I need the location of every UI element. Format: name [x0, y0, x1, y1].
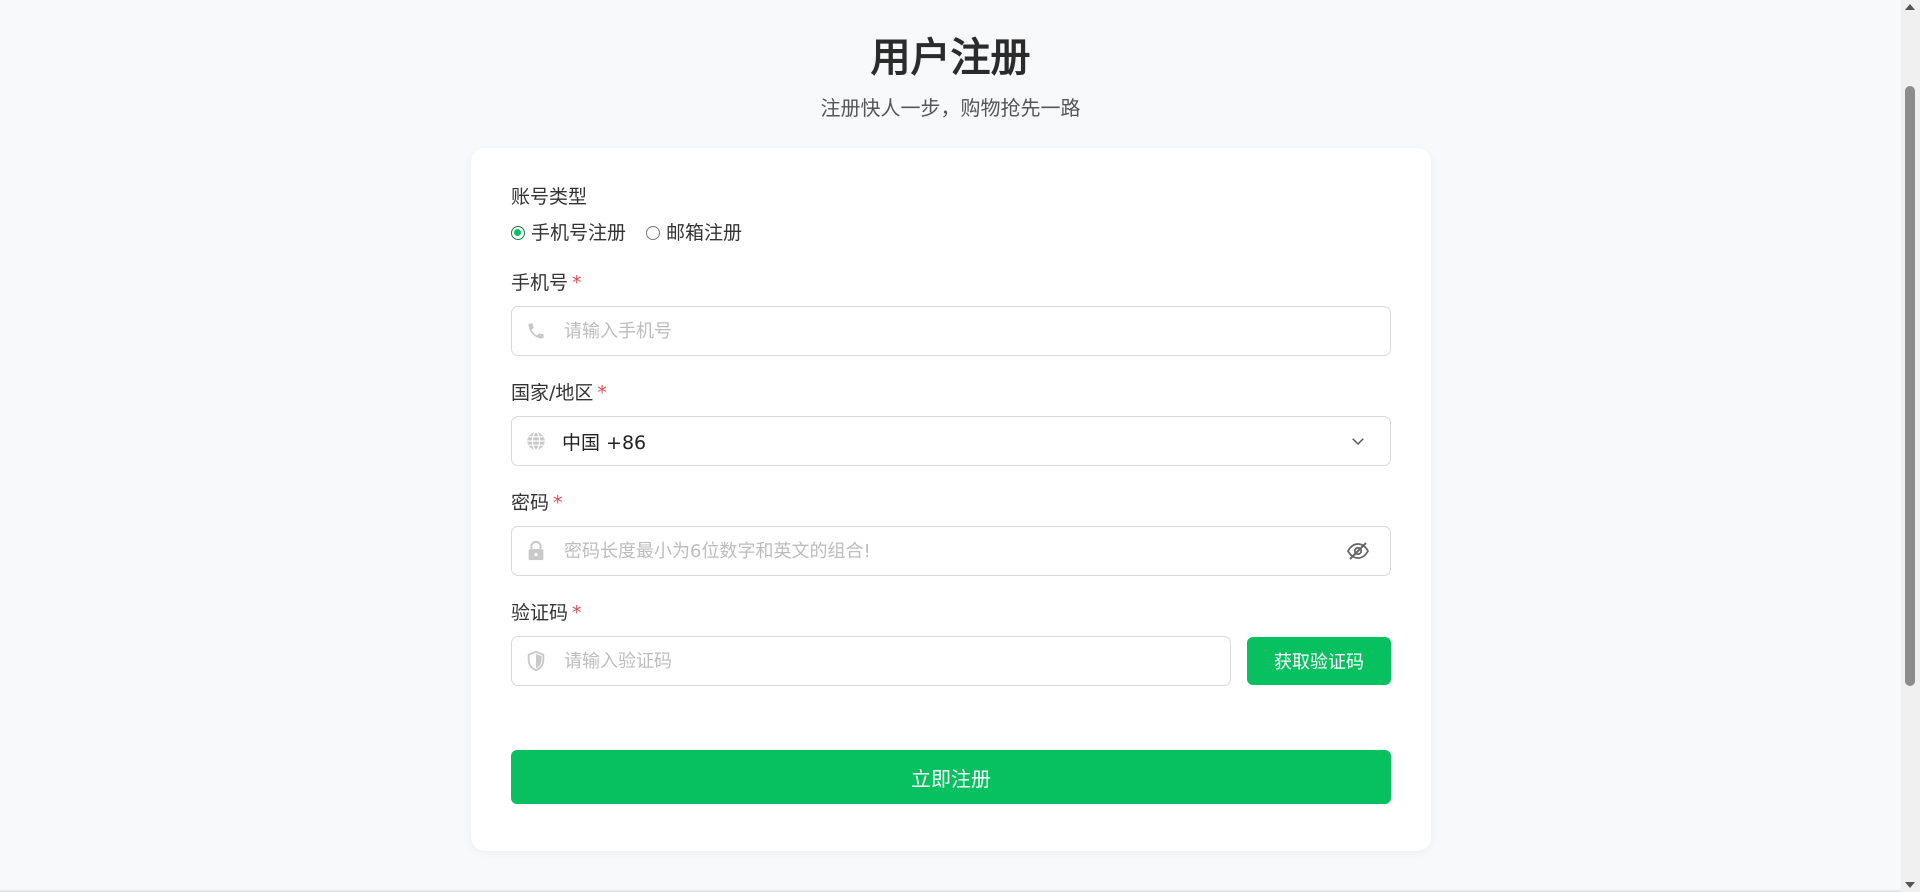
region-select[interactable]: 中国 +86 [511, 416, 1391, 466]
region-label: 国家/地区 * [511, 380, 1391, 406]
phone-label: 手机号 * [511, 270, 1391, 296]
phone-icon [524, 319, 548, 343]
radio-phone-register-label: 手机号注册 [531, 222, 627, 244]
code-required-mark: * [572, 602, 582, 624]
radio-phone-register-dot[interactable] [511, 226, 525, 240]
get-code-button[interactable]: 获取验证码 [1247, 637, 1391, 685]
scroll-up-arrow-icon[interactable] [1905, 4, 1915, 10]
lock-icon [524, 539, 548, 563]
eye-off-icon[interactable] [1344, 537, 1372, 565]
code-input-box[interactable] [511, 636, 1231, 686]
code-label: 验证码 * [511, 600, 1391, 626]
password-label-text: 密码 [511, 492, 550, 514]
account-type-radio-group: 手机号注册 邮箱注册 [511, 220, 1391, 246]
radio-email-register-dot[interactable] [646, 226, 661, 240]
code-label-text: 验证码 [511, 602, 569, 624]
password-label: 密码 * [511, 490, 1391, 516]
phone-input-box[interactable] [511, 306, 1391, 356]
region-required-mark: * [597, 382, 607, 404]
radio-email-register-label: 邮箱注册 [666, 222, 743, 244]
password-input-box[interactable] [511, 526, 1391, 576]
page-title: 用户注册 [870, 35, 1031, 81]
scroll-down-arrow-icon[interactable] [1905, 882, 1915, 888]
code-input[interactable] [562, 636, 1230, 686]
radio-email-register[interactable]: 邮箱注册 [646, 220, 742, 246]
phone-required-mark: * [572, 272, 582, 294]
page: 用户注册 注册快人一步，购物抢先一路 账号类型 手机号注册 邮箱注册 手机号* [0, 0, 1920, 892]
password-input[interactable] [562, 526, 1344, 576]
phone-input[interactable] [562, 306, 1390, 356]
chevron-down-icon[interactable] [1344, 427, 1372, 455]
region-label-text: 国家/地区 [511, 382, 594, 404]
account-type-label: 账号类型 [511, 186, 588, 208]
page-header: 用户注册 注册快人一步，购物抢先一路 [0, 30, 1901, 122]
vertical-scrollbar[interactable] [1901, 0, 1920, 892]
register-card: 账号类型 手机号注册 邮箱注册 手机号 * 请输入手机号 国家/地区 * 中国 … [471, 148, 1431, 851]
globe-icon [524, 429, 548, 453]
radio-phone-register[interactable]: 手机号注册 [511, 220, 626, 246]
scrollbar-thumb[interactable] [1905, 86, 1915, 686]
code-row: 获取验证码 [511, 636, 1391, 686]
password-required-mark: * [553, 492, 563, 514]
register-form: 账号类型 手机号注册 邮箱注册 手机号 * 请输入手机号 国家/地区 * 中国 … [511, 184, 1391, 804]
page-subtitle: 注册快人一步，购物抢先一路 [820, 96, 1081, 120]
phone-label-text: 手机号 [511, 272, 569, 294]
register-submit-button[interactable]: 立即注册 [511, 750, 1391, 804]
shield-icon [524, 649, 548, 673]
region-selected-value: 中国 +86 [562, 431, 647, 454]
